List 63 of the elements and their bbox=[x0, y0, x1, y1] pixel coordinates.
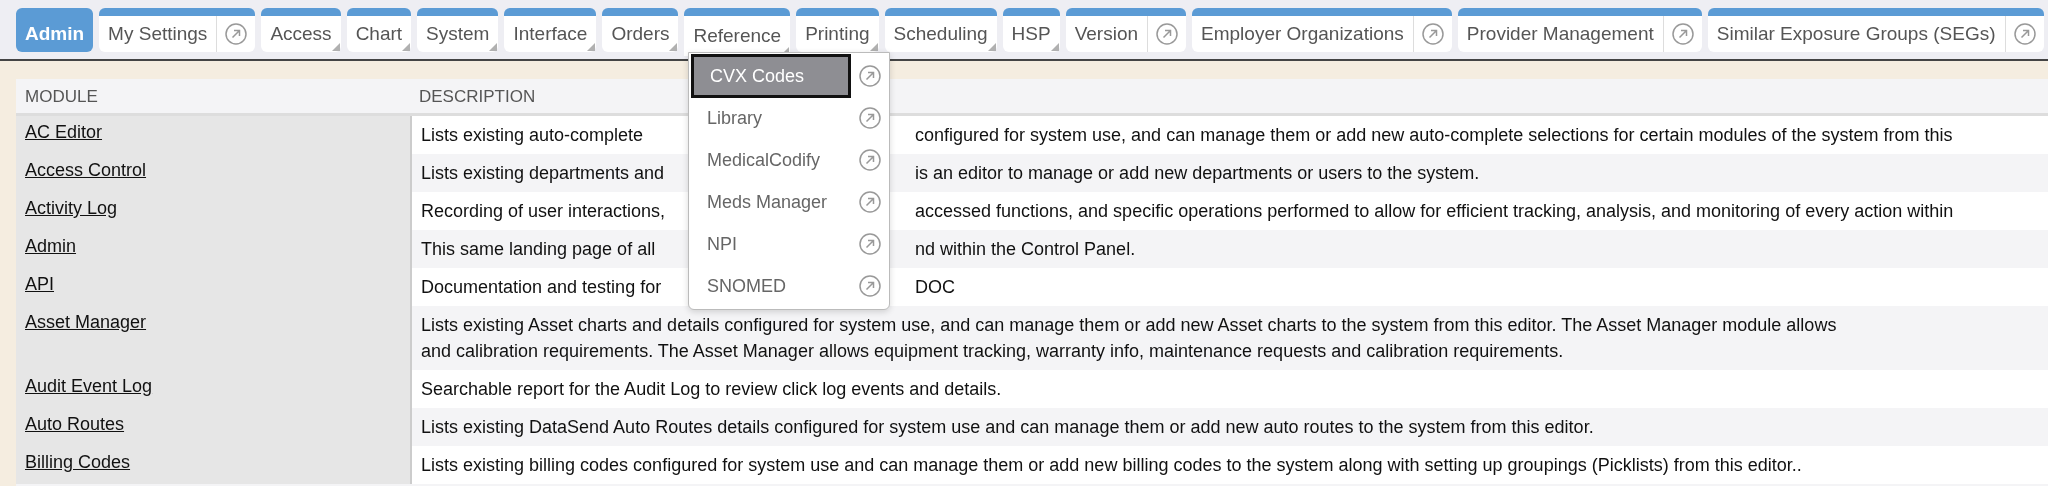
description-text: is an editor to manage or add new departments or users to the system. bbox=[915, 162, 1481, 185]
tab-label[interactable]: Employer Organizations bbox=[1192, 16, 1413, 52]
external-link-icon bbox=[859, 149, 881, 171]
dropdown-corner-icon bbox=[1050, 43, 1059, 51]
description-text: Documentation and testing for bbox=[421, 276, 663, 299]
nav-tab[interactable]: Chart bbox=[346, 8, 412, 52]
nav-tab[interactable]: Provider Management bbox=[1457, 8, 1702, 52]
external-link-icon bbox=[225, 23, 248, 45]
menu-item[interactable]: NPI bbox=[691, 224, 851, 264]
description-text: Searchable report for the Audit Log to review click log events and details. bbox=[421, 378, 1003, 401]
external-link-icon bbox=[1421, 23, 1444, 45]
external-link-icon bbox=[859, 275, 881, 297]
external-link-icon bbox=[1156, 23, 1179, 45]
nav-tab[interactable]: HSP bbox=[1002, 8, 1060, 52]
tab-label[interactable]: My Settings bbox=[99, 16, 217, 52]
description-text: Lists existing auto-complete bbox=[421, 124, 645, 147]
tab-label[interactable]: Version bbox=[1065, 16, 1148, 52]
nav-tab[interactable]: Reference bbox=[684, 8, 791, 56]
description-text: Lists existing Asset charts and details configured for system use, and can manage them or add new Asset charts to the system from this editor. The Asset Manager module allows bbox=[421, 314, 1838, 337]
external-link-icon bbox=[1671, 23, 1694, 45]
nav-tab[interactable]: System bbox=[417, 8, 499, 52]
nav-tab[interactable]: Orders bbox=[602, 8, 679, 52]
menu-item[interactable]: Meds Manager bbox=[691, 182, 851, 222]
module-link[interactable]: Access Control bbox=[25, 160, 147, 180]
tab-label[interactable]: Provider Management bbox=[1457, 16, 1663, 52]
external-link-icon bbox=[859, 107, 881, 129]
tab-label[interactable]: Similar Exposure Groups (SEGs) bbox=[1707, 16, 2005, 52]
description-text: nd within the Control Panel. bbox=[915, 238, 1137, 261]
external-link-icon bbox=[859, 233, 881, 255]
nav-tab[interactable]: Similar Exposure Groups (SEGs) bbox=[1707, 8, 2044, 52]
tab-label[interactable]: Access bbox=[261, 16, 341, 52]
module-link[interactable]: Asset Manager bbox=[25, 312, 147, 332]
module-link[interactable]: Auto Routes bbox=[25, 414, 125, 434]
nav-tab[interactable]: Interface bbox=[504, 8, 597, 52]
dropdown-corner-icon bbox=[331, 43, 340, 51]
tab-label[interactable]: HSP bbox=[1002, 16, 1060, 52]
nav-tab[interactable]: Scheduling bbox=[884, 8, 997, 52]
description-text: Lists existing departments and bbox=[421, 162, 666, 185]
description-text: and calibration requirements. The Asset Manager allows equipment tracking, warranty info, maintenance requests and calibration requirements. bbox=[421, 340, 1565, 363]
nav-tab[interactable]: Access bbox=[261, 8, 341, 52]
menu-item[interactable]: MedicalCodify bbox=[691, 140, 851, 180]
module-link[interactable]: Billing Codes bbox=[25, 452, 131, 472]
nav-tab[interactable]: Printing bbox=[796, 8, 879, 52]
external-link-icon bbox=[859, 191, 881, 213]
description-text: Lists existing DataSend Auto Routes details configured for system use and can manage them or add new auto routes to the system from this editor. bbox=[421, 416, 1595, 439]
module-link[interactable]: Activity Log bbox=[25, 198, 118, 218]
module-link[interactable]: API bbox=[25, 274, 54, 294]
external-link-icon bbox=[2013, 23, 2036, 45]
nav-tab[interactable]: My Settings bbox=[99, 8, 256, 52]
description-text: configured for system use, and can manage them or add new auto-complete selections for certain modules of the system from this bbox=[915, 124, 1954, 147]
nav-tab[interactable]: Version bbox=[1065, 8, 1187, 52]
nav-tab[interactable]: Employer Organizations bbox=[1192, 8, 1452, 52]
dropdown-corner-icon bbox=[987, 43, 996, 51]
menu-item[interactable]: SNOMED bbox=[691, 266, 851, 306]
module-link[interactable]: Admin bbox=[25, 236, 77, 256]
module-link[interactable]: Audit Event Log bbox=[25, 376, 153, 396]
description-text: DOC bbox=[915, 276, 956, 299]
module-link[interactable]: AC Editor bbox=[25, 122, 103, 142]
description-text: Recording of user interactions, bbox=[421, 200, 667, 223]
external-link-icon bbox=[859, 65, 881, 87]
description-text: accessed functions, and specific operations performed to allow for efficient tracking, analysis, and monitoring of every action within bbox=[915, 200, 1955, 223]
description-text: This same landing page of all bbox=[421, 238, 657, 261]
description-text: Lists existing billing codes configured for system use and can manage them or add new billing codes to the system along with setting up groupings (Picklists) from this editor.. bbox=[421, 454, 1803, 477]
